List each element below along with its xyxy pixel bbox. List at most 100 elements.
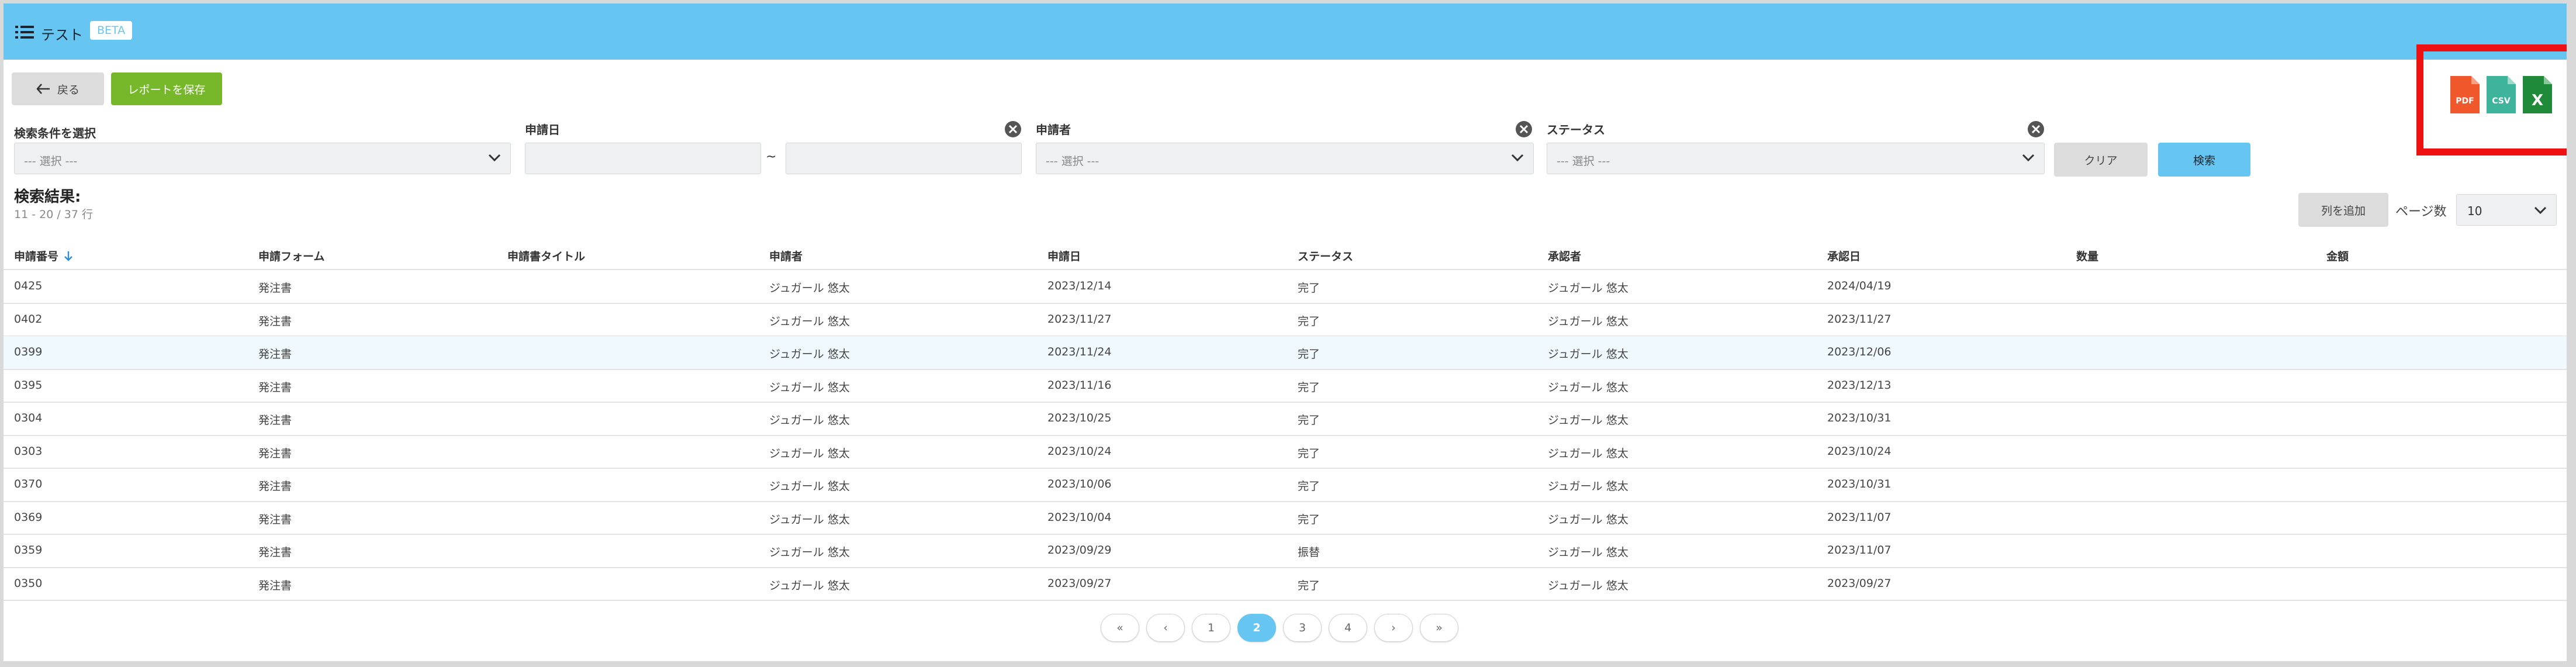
table-row[interactable]: 0395 発注書 ジュガール 悠太 2023/11/16 完了 ジュガール 悠太 2023/… [4,369,2567,402]
page-button[interactable]: 1 [1192,614,1230,642]
table-row[interactable]: 0369 発注書 ジュガール 悠太 2023/10/04 完了 ジュガール 悠太 2023/… [4,502,2567,534]
chevron-down-icon [1511,154,1524,162]
table-cell: 2023/10/24 [1047,444,1112,458]
table-cell: 発注書 [258,480,292,493]
table-cell: 完了 [1298,414,1320,427]
table-cell: 2023/11/27 [1827,312,1892,326]
chevron-down-icon [488,154,501,162]
column-header[interactable]: 申請日 [1047,248,1081,264]
table-cell: ジュガール 悠太 [1548,513,1628,526]
table-cell: 完了 [1298,315,1320,328]
search-button[interactable]: 検索 [2158,143,2250,177]
page-button-current[interactable]: 2 [1237,614,1276,642]
table-row[interactable]: 0370 発注書 ジュガール 悠太 2023/10/06 完了 ジュガール 悠太 2023/… [4,468,2567,501]
status-select[interactable]: --- 選択 --- [1547,143,2045,174]
table-cell: 2023/11/27 [1047,312,1112,326]
results-range: 11 - 20 / 37 行 [14,208,93,221]
table-cell: 完了 [1298,480,1320,493]
table-cell: 2023/09/27 [1827,576,1892,590]
condition-label: 検索条件を選択 [14,126,96,140]
per-page-value: 10 [2467,204,2482,218]
column-header[interactable]: 承認日 [1827,248,1861,264]
column-header[interactable]: ステータス [1298,248,1353,264]
add-column-button[interactable]: 列を追加 [2298,193,2388,227]
page-button[interactable]: 4 [1329,614,1367,642]
table-cell: ジュガール 悠太 [1548,414,1628,427]
table-cell: 2023/10/25 [1047,412,1112,424]
table-cell: ジュガール 悠太 [769,447,850,460]
table-cell: 発注書 [258,315,292,328]
table-row[interactable]: 0402 発注書 ジュガール 悠太 2023/11/27 完了 ジュガール 悠太 2023/… [4,303,2567,336]
column-header[interactable]: 申請者 [769,248,803,264]
table-cell: 完了 [1298,282,1320,295]
prev-page-button[interactable]: ‹ [1146,614,1185,642]
column-header[interactable]: 申請フォーム [258,248,324,264]
clear-button-label: クリア [2084,154,2118,167]
sort-arrow-down-icon [64,251,72,261]
back-button[interactable]: 戻る [12,72,104,105]
table-cell: 2023/12/13 [1827,378,1892,392]
beta-badge: BETA [90,21,133,40]
table-row[interactable]: 0304 発注書 ジュガール 悠太 2023/10/25 完了 ジュガール 悠太 2023/… [4,402,2567,435]
per-page-label: ページ数 [2395,205,2447,219]
last-page-button[interactable]: » [1420,614,1458,642]
column-header[interactable]: 申請書タイトル [507,248,585,264]
table-cell: 2023/10/31 [1827,412,1892,424]
table-cell: 完了 [1298,381,1320,394]
table-cell: 完了 [1298,447,1320,460]
status-label: ステータス [1547,123,1605,137]
condition-select-value: --- 選択 --- [24,155,78,168]
table-cell: 発注書 [258,513,292,526]
table-cell: ジュガール 悠太 [1548,579,1628,592]
table-cell: ジュガール 悠太 [769,579,850,592]
table-cell: ジュガール 悠太 [1548,381,1628,394]
table-cell: 2023/11/07 [1827,510,1892,524]
status-clear-icon[interactable] [2027,120,2045,138]
table-cell: 完了 [1298,513,1320,526]
table-cell: 発注書 [258,381,292,394]
table-cell: 2023/09/27 [1047,576,1112,590]
table-cell: ジュガール 悠太 [1548,315,1628,328]
table-cell: 0303 [14,444,43,458]
table-row[interactable]: 0425 発注書 ジュガール 悠太 2023/12/14 完了 ジュガール 悠太 2024/… [4,270,2567,303]
table-row[interactable]: 0399 発注書 ジュガール 悠太 2023/11/24 完了 ジュガール 悠太 2023/… [4,336,2567,369]
per-page-select[interactable]: 10 [2456,194,2557,226]
table-row[interactable]: 0359 発注書 ジュガール 悠太 2023/09/29 振替 ジュガール 悠太 2023/… [4,534,2567,567]
page-button[interactable]: 3 [1283,614,1322,642]
table-cell: ジュガール 悠太 [769,414,850,427]
table-row[interactable]: 0350 発注書 ジュガール 悠太 2023/09/27 完了 ジュガール 悠太 2023/… [4,568,2567,600]
row-divider [4,600,2567,601]
date-clear-icon[interactable] [1004,120,1022,138]
table-cell: 2023/10/24 [1827,444,1892,458]
applicant-select[interactable]: --- 選択 --- [1036,143,1534,174]
column-header[interactable]: 申請番号 [14,248,74,264]
column-header[interactable]: 金額 [2326,248,2349,264]
applicant-clear-icon[interactable] [1515,120,1533,138]
table-row[interactable]: 0303 発注書 ジュガール 悠太 2023/10/24 完了 ジュガール 悠太 2023/… [4,436,2567,468]
table-cell: 2023/11/24 [1047,345,1112,358]
page-title: テスト [41,27,83,43]
table-cell: ジュガール 悠太 [1548,447,1628,460]
list-menu-icon[interactable] [15,26,34,39]
table-cell: 2023/11/07 [1827,544,1892,557]
first-page-button[interactable]: « [1101,614,1139,642]
save-report-button[interactable]: レポートを保存 [111,72,222,105]
table-cell: 0369 [14,510,43,524]
date-to-input[interactable] [786,143,1022,174]
date-from-input[interactable] [525,143,761,174]
table-cell: 発注書 [258,282,292,295]
chevron-down-icon [2534,206,2547,215]
condition-select[interactable]: --- 選択 --- [14,143,511,174]
table-cell: 2023/10/31 [1827,478,1892,490]
table-cell: 0359 [14,544,43,557]
results-title: 検索結果: [14,188,81,206]
applicant-label: 申請者 [1036,123,1071,137]
table-cell: 発注書 [258,414,292,427]
clear-button[interactable]: クリア [2054,143,2148,177]
next-page-button[interactable]: › [1374,614,1413,642]
table-cell: 2023/09/29 [1047,544,1112,557]
column-header[interactable]: 数量 [2076,248,2098,264]
column-header[interactable]: 承認者 [1548,248,1581,264]
top-bar: テスト BETA [4,4,2567,60]
table-cell: 2023/12/06 [1827,345,1892,358]
